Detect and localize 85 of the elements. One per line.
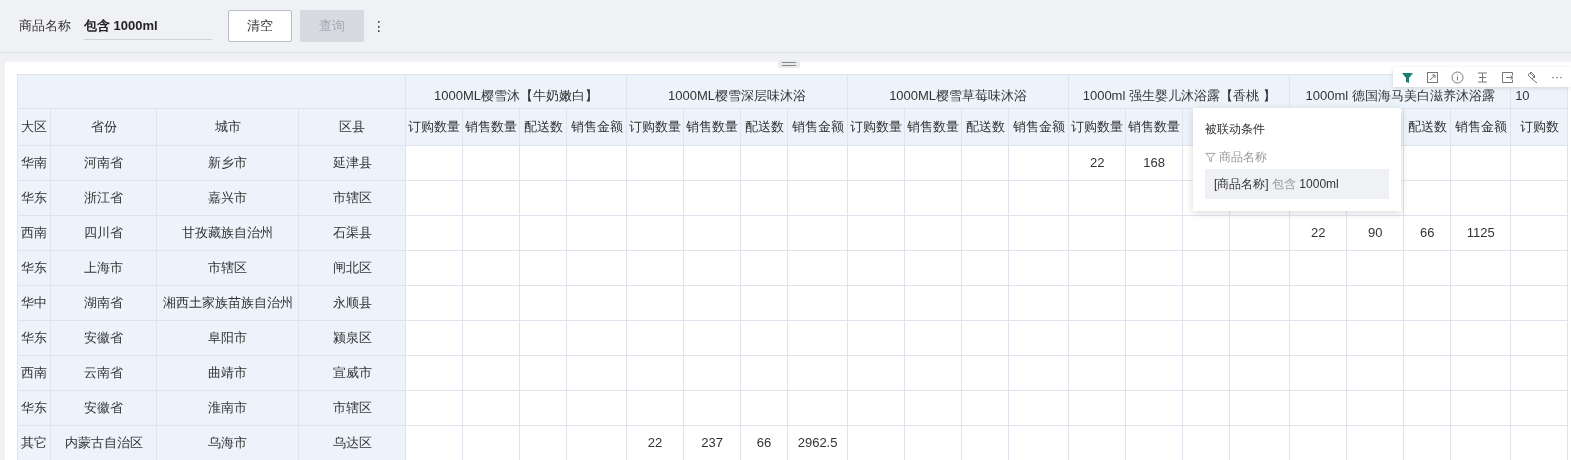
table-cell: 22: [1068, 145, 1126, 181]
column-group-header: 1000ML樱雪草莓味沐浴: [847, 74, 1069, 109]
table-cell: 华东: [17, 320, 51, 356]
condition-operator: 包含: [1272, 177, 1296, 191]
column-header: 配送数: [1403, 108, 1451, 146]
filter-icon[interactable]: [1401, 70, 1414, 84]
info-icon[interactable]: [1451, 70, 1464, 84]
align-icon[interactable]: [1476, 70, 1489, 84]
expand-icon[interactable]: [1426, 70, 1439, 84]
drag-handle[interactable]: [778, 60, 800, 68]
column-header: 订购数量: [1068, 108, 1126, 146]
table-cell: 1125: [1450, 215, 1511, 251]
condition-field: [商品名称]: [1214, 177, 1269, 191]
column-header: 城市: [156, 108, 299, 146]
table-cell: 上海市: [50, 250, 157, 286]
column-header: 销售数量: [904, 108, 962, 146]
column-header: 订购数量: [847, 108, 905, 146]
column-group-header: 1000ML樱雪深层味沐浴: [626, 74, 848, 109]
field-name: 商品名称: [1219, 149, 1268, 166]
column-header: 订购数量: [626, 108, 684, 146]
column-header: 销售金额: [787, 108, 848, 146]
column-header: 配送数: [961, 108, 1009, 146]
table-cell: 168: [1125, 145, 1183, 181]
popover-title: 被联动条件: [1205, 121, 1266, 138]
filter-input[interactable]: 包含 1000ml: [84, 11, 212, 41]
column-group-header: 1000ml 强生婴儿沐浴露【香桃 】: [1068, 74, 1290, 109]
column-header: 区县: [298, 108, 406, 146]
table-cell: 嘉兴市: [156, 180, 299, 216]
brush-icon[interactable]: [1526, 70, 1539, 84]
filter-icon: [1205, 151, 1216, 163]
table-cell: 22: [1289, 215, 1347, 251]
clear-button[interactable]: 清空: [228, 10, 292, 42]
column-header: 销售数量: [462, 108, 520, 146]
table-cell: 华南: [17, 145, 51, 181]
filter-label: 商品名称: [19, 17, 71, 36]
table-cell: 安徽省: [50, 390, 157, 426]
table-cell: 湘西土家族苗族自治州: [156, 285, 299, 321]
table-cell: 闸北区: [298, 250, 406, 286]
column-header: 配送数: [519, 108, 567, 146]
table-cell: 云南省: [50, 355, 157, 391]
column-group-header: 1000ML樱雪沐【牛奶嫩白】: [405, 74, 627, 109]
table-cell: 其它: [17, 425, 51, 460]
export-icon[interactable]: [1501, 70, 1514, 84]
column-header: 大区: [17, 108, 51, 146]
table-cell: 曲靖市: [156, 355, 299, 391]
table-cell: 市辖区: [298, 180, 406, 216]
table-cell: 永顺县: [298, 285, 406, 321]
table-cell: 新乡市: [156, 145, 299, 181]
table-cell: 河南省: [50, 145, 157, 181]
more-button[interactable]: ···: [1551, 71, 1563, 83]
column-header: 销售金额: [1008, 108, 1069, 146]
table-cell: 乌达区: [298, 425, 406, 460]
column-header: 销售金额: [566, 108, 627, 146]
table-cell: 安徽省: [50, 320, 157, 356]
table-cell: 90: [1346, 215, 1404, 251]
column-header: 配送数: [740, 108, 788, 146]
table-cell: 宣威市: [298, 355, 406, 391]
column-header: 订购数量: [405, 108, 463, 146]
column-header: 订购数: [1510, 108, 1568, 146]
table-cell: 内蒙古自治区: [50, 425, 157, 460]
table-cell: 石渠县: [298, 215, 406, 251]
column-header: 销售数量: [683, 108, 741, 146]
table-cell: 阜阳市: [156, 320, 299, 356]
table-cell: 四川省: [50, 215, 157, 251]
table-cell: 甘孜藏族自治州: [156, 215, 299, 251]
table-cell: 华东: [17, 250, 51, 286]
table-cell: 淮南市: [156, 390, 299, 426]
condition-value: 1000ml: [1299, 177, 1339, 191]
table-cell: 湖南省: [50, 285, 157, 321]
table-cell: 浙江省: [50, 180, 157, 216]
table-cell: 颍泉区: [298, 320, 406, 356]
column-header: 省份: [50, 108, 157, 146]
table-cell: 西南: [17, 215, 51, 251]
table-cell: 西南: [17, 355, 51, 391]
more-menu-button[interactable]: ⋮: [372, 15, 386, 37]
table-cell: 华东: [17, 390, 51, 426]
table-cell: 市辖区: [298, 390, 406, 426]
table-cell: 华中: [17, 285, 51, 321]
column-header: 销售金额: [1450, 108, 1511, 146]
table-cell: 乌海市: [156, 425, 299, 460]
table-cell: 市辖区: [156, 250, 299, 286]
table-cell: 华东: [17, 180, 51, 216]
table-cell: 66: [1403, 215, 1451, 251]
table-cell: 延津县: [298, 145, 406, 181]
column-header: 销售数量: [1125, 108, 1183, 146]
